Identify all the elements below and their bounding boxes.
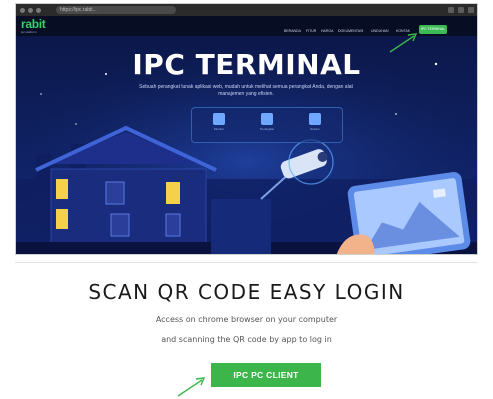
ipc-pc-client-button[interactable]: IPC PC CLIENT — [211, 363, 321, 387]
menu-icon[interactable] — [468, 7, 474, 13]
nav-ipc-terminal-button[interactable]: IPC TERMINAL — [419, 25, 447, 34]
hero-subtitle: Sebuah perangkat lunak aplikasi web, mud… — [139, 84, 353, 97]
nav-item-fitur[interactable]: FITUR — [306, 28, 316, 34]
logo-text: rabit — [21, 17, 46, 31]
nav-item-harga[interactable]: HARGA — [321, 28, 333, 34]
extension-icon[interactable] — [448, 7, 454, 13]
hero-title: IPC TERMINAL — [132, 48, 361, 81]
monitor-icon — [213, 113, 225, 125]
feature-item[interactable]: Monitor — [204, 111, 234, 131]
back-icon[interactable] — [20, 8, 25, 13]
nav-item-dokumentasi[interactable]: DOKUMENTASI — [338, 28, 363, 34]
profile-icon[interactable] — [458, 7, 464, 13]
address-bar[interactable]: https://ipc.rabit... — [56, 6, 176, 14]
feature-label: Perangkat — [260, 127, 274, 131]
feature-item[interactable]: Perangkat — [252, 111, 282, 131]
browser-toolbar: https://ipc.rabit... — [16, 4, 477, 16]
feature-panel: Monitor Perangkat Rekam — [191, 107, 343, 143]
forward-icon[interactable] — [28, 8, 33, 13]
nav-item-unduhan[interactable]: UNDUHAN — [371, 28, 389, 34]
record-icon — [309, 113, 321, 125]
section-divider — [15, 262, 478, 263]
reload-icon[interactable] — [36, 8, 41, 13]
feature-label: Monitor — [213, 127, 224, 131]
instruction-line-2: and scanning the QR code by app to log i… — [161, 335, 332, 344]
arrow-icon — [177, 377, 206, 397]
device-icon — [261, 113, 273, 125]
qr-login-title: SCAN QR CODE EASY LOGIN — [88, 280, 405, 304]
feature-item[interactable]: Rekam — [300, 111, 330, 131]
site-logo[interactable]: rabit ipc platform — [21, 18, 46, 34]
instruction-line-1: Access on chrome browser on your compute… — [155, 315, 338, 324]
feature-label: Rekam — [310, 127, 320, 131]
nav-item-beranda[interactable]: BERANDA — [284, 28, 301, 34]
arrow-icon — [389, 33, 418, 53]
